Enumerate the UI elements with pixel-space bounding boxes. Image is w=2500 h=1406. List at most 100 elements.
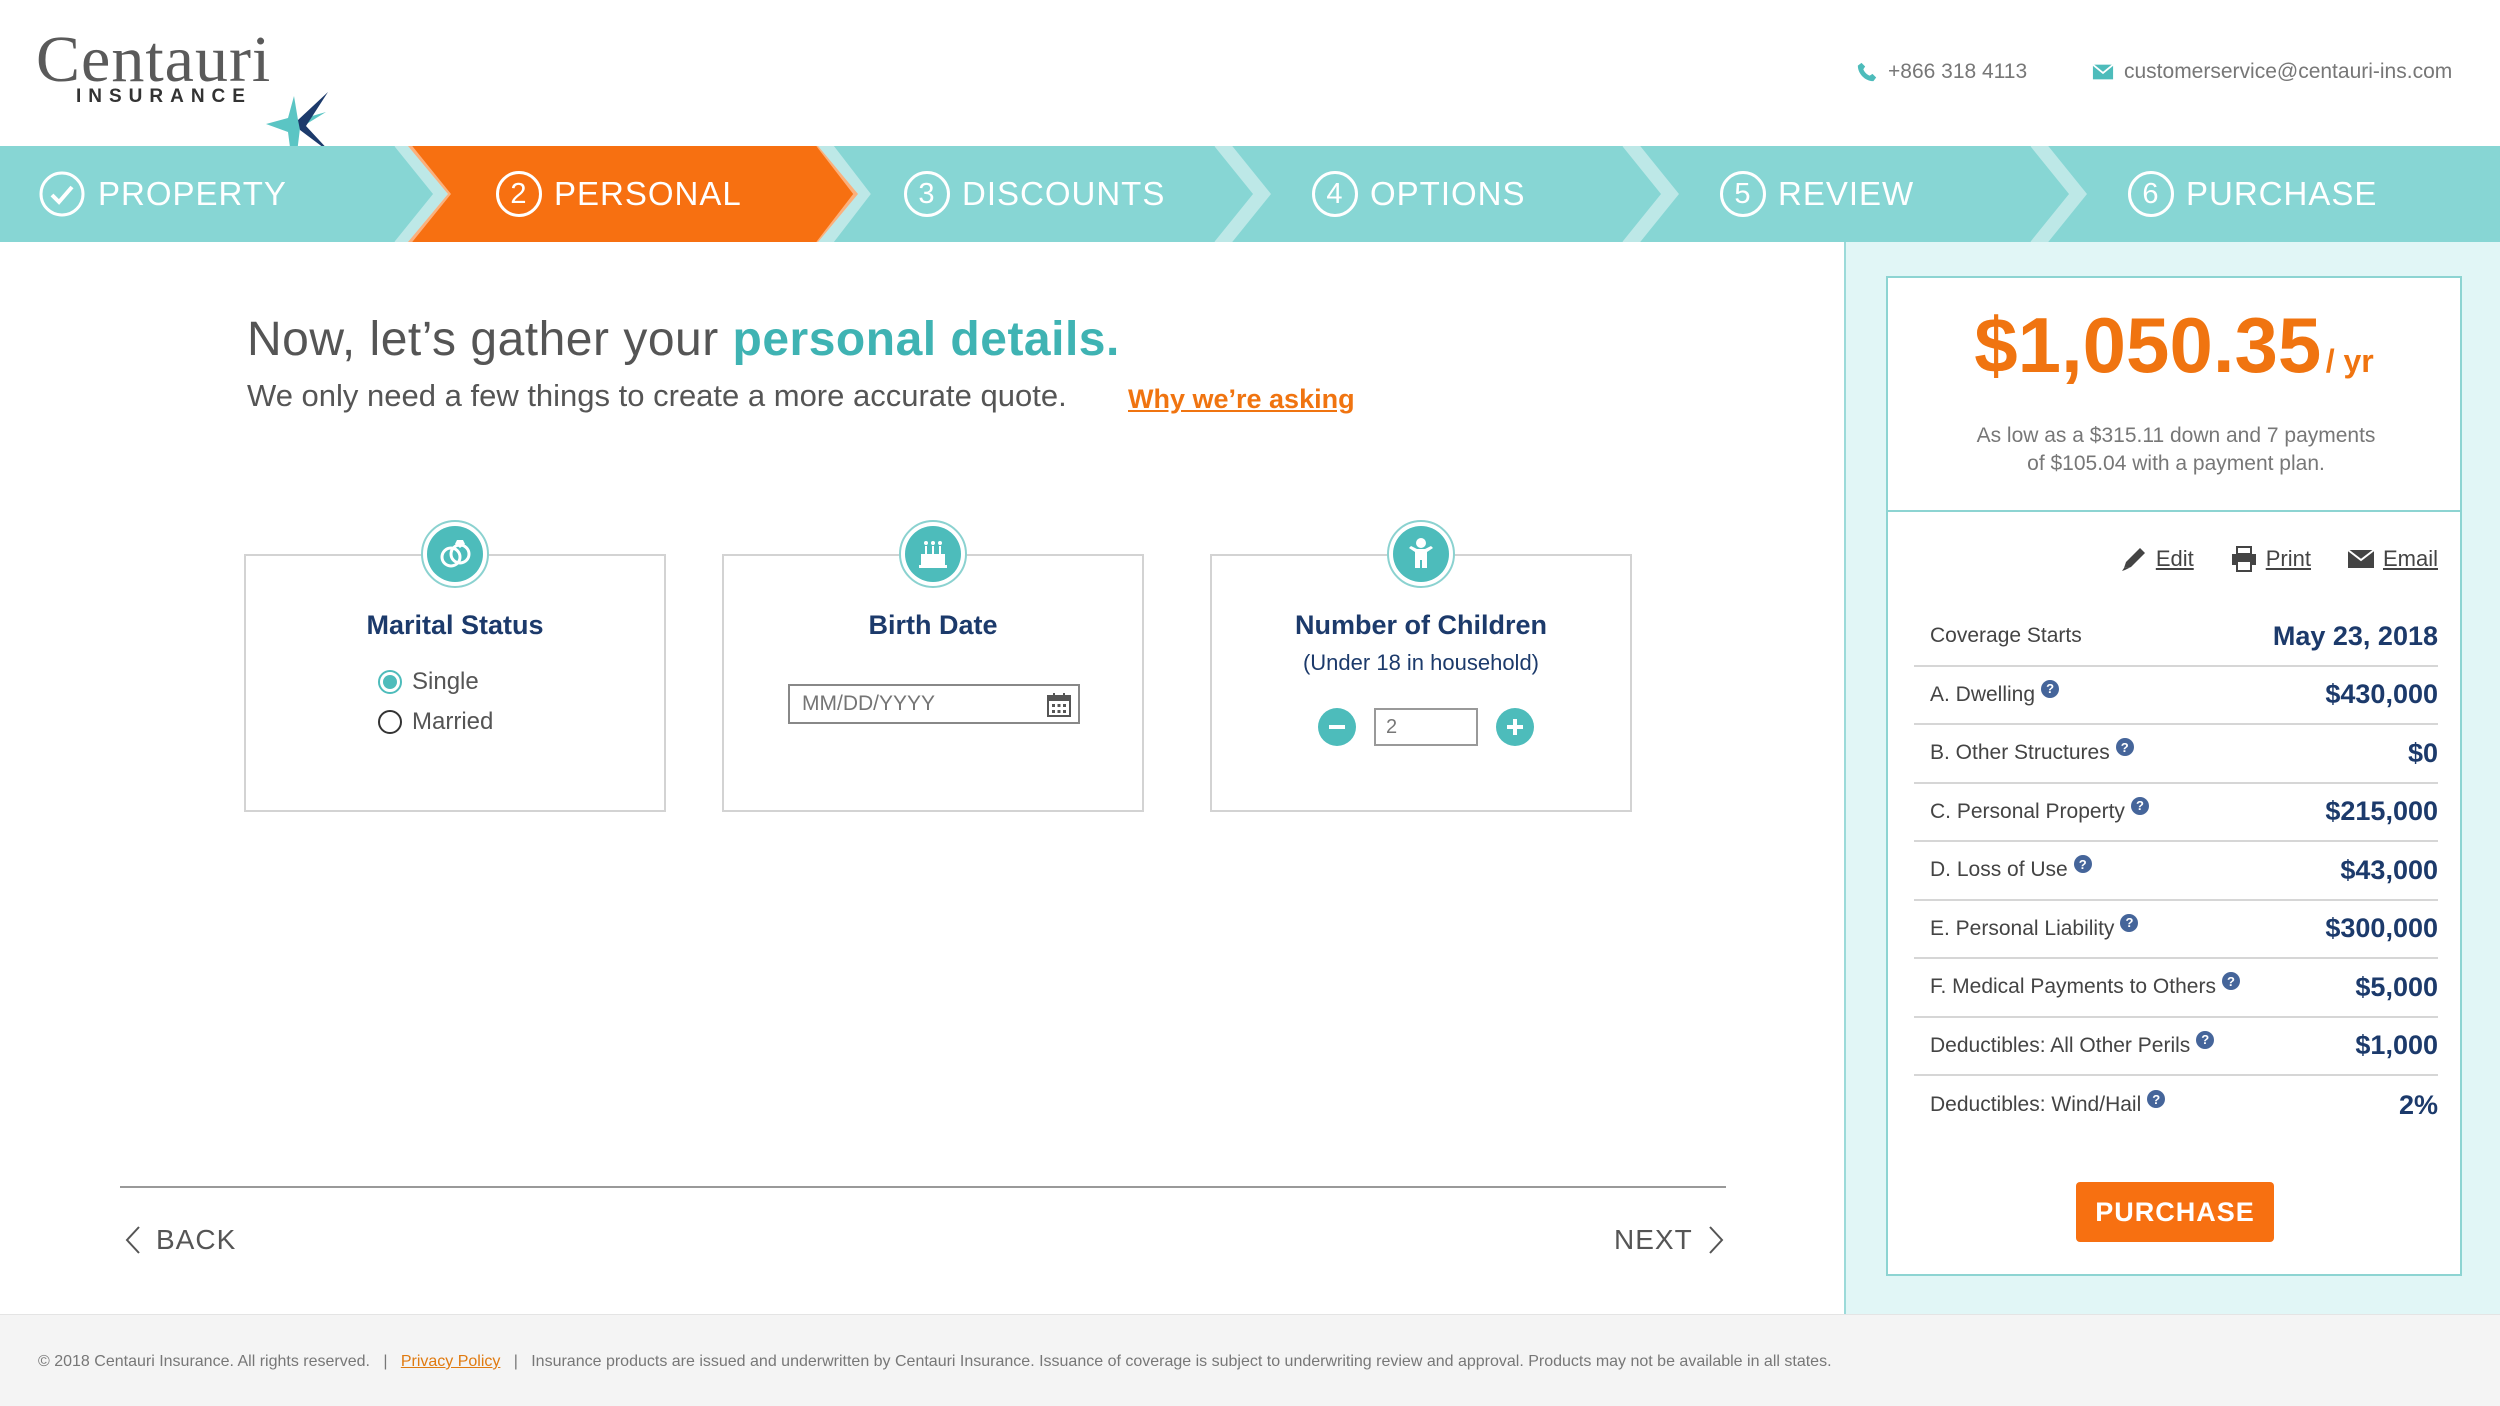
- coverage-value: $300,000: [2325, 913, 2438, 944]
- print-action[interactable]: Print: [2230, 546, 2311, 572]
- table-row: Deductibles: All Other Perils? $1,000: [1914, 1018, 2438, 1076]
- email-contact[interactable]: customerservice@centauri-ins.com: [2092, 60, 2452, 84]
- coverage-label: E. Personal Liability?: [1930, 913, 2139, 941]
- radio-button[interactable]: [378, 710, 402, 734]
- decrement-button[interactable]: [1318, 708, 1356, 746]
- next-label: NEXT: [1614, 1224, 1693, 1255]
- price-period: / yr: [2325, 343, 2374, 379]
- footer-separator: |: [374, 1353, 397, 1370]
- help-icon[interactable]: ?: [2115, 738, 2134, 757]
- back-label: BACK: [156, 1224, 237, 1255]
- step-number: 6: [2128, 171, 2174, 217]
- table-row: F. Medical Payments to Others? $5,000: [1914, 959, 2438, 1018]
- birthday-cake-icon: [919, 541, 947, 568]
- children-stepper: [1318, 708, 1534, 746]
- card-icon-badge: [1387, 520, 1455, 588]
- step-property[interactable]: PROPERTY: [38, 146, 287, 242]
- coverage-label: F. Medical Payments to Others?: [1930, 972, 2240, 999]
- help-icon[interactable]: ?: [2041, 679, 2060, 698]
- help-icon[interactable]: ?: [2130, 796, 2149, 815]
- plus-icon: [1507, 719, 1523, 735]
- step-discounts[interactable]: 3 DISCOUNTS: [904, 146, 1165, 242]
- envelope-icon: [2347, 549, 2375, 568]
- coverage-label: C. Personal Property?: [1930, 796, 2149, 824]
- progress-steps: PROPERTY 2 PERSONAL 3 DISCOUNTS 4 OPTION…: [0, 146, 2500, 242]
- page-title: Now, let’s gather your personal details.: [247, 312, 1120, 367]
- step-personal[interactable]: 2 PERSONAL: [496, 146, 742, 242]
- table-row: Coverage Starts May 23, 2018: [1914, 608, 2438, 667]
- help-icon[interactable]: ?: [2073, 855, 2092, 874]
- phone-number: +866 318 4113: [1888, 60, 2028, 83]
- chevron-right-icon: [1708, 1226, 1724, 1254]
- step-review[interactable]: 5 REVIEW: [1720, 146, 1914, 242]
- radio-single[interactable]: Single: [378, 668, 479, 696]
- step-number: 4: [1312, 171, 1358, 217]
- page-subtitle: We only need a few things to create a mo…: [247, 378, 1067, 413]
- child-icon: [1409, 538, 1433, 568]
- radio-button-checked[interactable]: [378, 670, 402, 694]
- coverage-label: B. Other Structures?: [1930, 738, 2134, 765]
- children-card: Number of Children (Under 18 in househol…: [1210, 520, 1632, 812]
- annual-price: $1,050.35 / yr: [1888, 300, 2460, 391]
- why-asking-link[interactable]: Why we’re asking: [1128, 384, 1355, 415]
- children-count-input[interactable]: [1374, 708, 1478, 746]
- step-label: PROPERTY: [98, 175, 287, 212]
- centauri-logo[interactable]: Centauri INSURANCE: [36, 22, 332, 178]
- edit-action[interactable]: Edit: [2120, 546, 2194, 572]
- radio-married[interactable]: Married: [378, 708, 493, 736]
- radio-label: Single: [412, 668, 479, 695]
- birth-date-input[interactable]: [788, 684, 1080, 724]
- footer-text: © 2018 Centauri Insurance. All rights re…: [38, 1353, 1832, 1371]
- calendar-icon[interactable]: [1046, 692, 1072, 718]
- marital-status-card: Marital Status Single Married: [244, 520, 666, 812]
- table-row: C. Personal Property? $215,000: [1914, 784, 2438, 842]
- coverage-label: D. Loss of Use?: [1930, 855, 2092, 882]
- coverage-value: $215,000: [2325, 796, 2438, 827]
- phone-contact[interactable]: +866 318 4113: [1856, 60, 2027, 84]
- coverage-value: $5,000: [2355, 971, 2438, 1002]
- privacy-policy-link[interactable]: Privacy Policy: [401, 1353, 501, 1370]
- disclaimer: Insurance products are issued and underw…: [531, 1353, 1832, 1370]
- table-row: B. Other Structures? $0: [1914, 725, 2438, 784]
- table-row: Deductibles: Wind/Hail? 2%: [1914, 1076, 2438, 1135]
- help-icon[interactable]: ?: [2147, 1090, 2166, 1109]
- coverage-value: May 23, 2018: [2272, 620, 2438, 651]
- email-label: Email: [2382, 546, 2438, 571]
- payment-note-line: As low as a $315.11 down and 7 payments: [1976, 424, 2376, 447]
- purchase-button[interactable]: PURCHASE: [2076, 1182, 2274, 1242]
- copyright: © 2018 Centauri Insurance. All rights re…: [38, 1353, 370, 1370]
- coverage-value: $430,000: [2325, 679, 2438, 710]
- help-icon[interactable]: ?: [2221, 972, 2240, 991]
- rings-icon: [440, 540, 471, 568]
- help-icon[interactable]: ?: [2196, 1030, 2215, 1049]
- footer-separator: |: [504, 1353, 527, 1370]
- minus-icon: [1329, 725, 1345, 729]
- step-label: PURCHASE: [2186, 175, 2378, 212]
- print-label: Print: [2265, 546, 2311, 571]
- children-subtitle: (Under 18 in household): [1302, 650, 1540, 675]
- checkmark-circle-icon: [39, 171, 85, 217]
- payment-plan-note: As low as a $315.11 down and 7 payments …: [1948, 422, 2404, 478]
- envelope-icon: [2092, 63, 2114, 80]
- printer-icon: [2231, 546, 2256, 572]
- step-options[interactable]: 4 OPTIONS: [1312, 146, 1526, 242]
- next-button[interactable]: NEXT: [1614, 1224, 1725, 1256]
- title-accent: personal details.: [732, 313, 1120, 366]
- coverage-table: Coverage Starts May 23, 2018 A. Dwelling…: [1914, 608, 2438, 1135]
- step-number: 5: [1720, 171, 1766, 217]
- step-purchase[interactable]: 6 PURCHASE: [2128, 146, 2377, 242]
- increment-button[interactable]: [1496, 708, 1534, 746]
- coverage-value: $1,000: [2355, 1030, 2438, 1061]
- quote-actions: Edit Print Email: [2120, 546, 2438, 572]
- children-title: Number of Children: [1294, 610, 1547, 640]
- table-row: A. Dwelling? $430,000: [1914, 667, 2438, 725]
- help-icon[interactable]: ?: [2120, 913, 2139, 932]
- phone-icon: [1857, 62, 1877, 82]
- back-button[interactable]: BACK: [124, 1224, 236, 1256]
- marital-status-title: Marital Status: [366, 610, 544, 640]
- coverage-label: Deductibles: All Other Perils?: [1930, 1030, 2215, 1058]
- email-action[interactable]: Email: [2347, 546, 2438, 572]
- quote-summary: $1,050.35 / yr As low as a $315.11 down …: [1886, 276, 2462, 1276]
- table-row: E. Personal Liability? $300,000: [1914, 901, 2438, 959]
- quote-sidebar: $1,050.35 / yr As low as a $315.11 down …: [1844, 242, 2500, 1314]
